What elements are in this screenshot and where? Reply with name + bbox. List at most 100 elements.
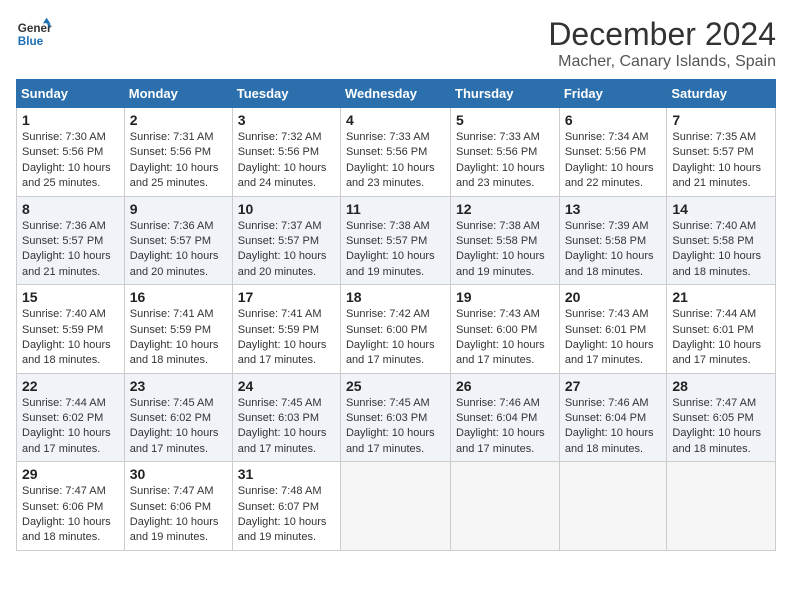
calendar-week-row: 15 Sunrise: 7:40 AMSunset: 5:59 PMDaylig… (17, 285, 776, 374)
day-number: 19 (456, 289, 554, 305)
day-number: 6 (565, 112, 662, 128)
day-number: 8 (22, 201, 119, 217)
day-number: 27 (565, 378, 662, 394)
month-title: December 2024 (548, 16, 776, 53)
day-number: 9 (130, 201, 227, 217)
calendar-day-cell: 22 Sunrise: 7:44 AMSunset: 6:02 PMDaylig… (17, 373, 125, 462)
calendar-day-cell: 7 Sunrise: 7:35 AMSunset: 5:57 PMDayligh… (667, 108, 776, 197)
day-number: 13 (565, 201, 662, 217)
day-info: Sunrise: 7:38 AMSunset: 5:58 PMDaylight:… (456, 220, 545, 278)
day-info: Sunrise: 7:42 AMSunset: 6:00 PMDaylight:… (346, 308, 435, 366)
day-info: Sunrise: 7:43 AMSunset: 6:01 PMDaylight:… (565, 308, 654, 366)
day-info: Sunrise: 7:47 AMSunset: 6:05 PMDaylight:… (672, 397, 761, 455)
day-info: Sunrise: 7:41 AMSunset: 5:59 PMDaylight:… (130, 308, 219, 366)
day-number: 28 (672, 378, 770, 394)
day-info: Sunrise: 7:34 AMSunset: 5:56 PMDaylight:… (565, 131, 654, 189)
calendar-day-cell: 1 Sunrise: 7:30 AMSunset: 5:56 PMDayligh… (17, 108, 125, 197)
calendar-day-cell: 14 Sunrise: 7:40 AMSunset: 5:58 PMDaylig… (667, 196, 776, 285)
day-info: Sunrise: 7:41 AMSunset: 5:59 PMDaylight:… (238, 308, 327, 366)
calendar-day-cell: 31 Sunrise: 7:48 AMSunset: 6:07 PMDaylig… (232, 462, 340, 551)
day-number: 12 (456, 201, 554, 217)
day-info: Sunrise: 7:45 AMSunset: 6:03 PMDaylight:… (238, 397, 327, 455)
calendar-day-cell: 19 Sunrise: 7:43 AMSunset: 6:00 PMDaylig… (451, 285, 560, 374)
day-info: Sunrise: 7:36 AMSunset: 5:57 PMDaylight:… (130, 220, 219, 278)
day-info: Sunrise: 7:46 AMSunset: 6:04 PMDaylight:… (565, 397, 654, 455)
day-number: 5 (456, 112, 554, 128)
calendar-body: 1 Sunrise: 7:30 AMSunset: 5:56 PMDayligh… (17, 108, 776, 551)
calendar-day-cell: 27 Sunrise: 7:46 AMSunset: 6:04 PMDaylig… (559, 373, 667, 462)
day-info: Sunrise: 7:44 AMSunset: 6:01 PMDaylight:… (672, 308, 761, 366)
day-number: 26 (456, 378, 554, 394)
header-wednesday: Wednesday (340, 80, 450, 108)
day-number: 21 (672, 289, 770, 305)
day-number: 3 (238, 112, 335, 128)
calendar-day-cell: 4 Sunrise: 7:33 AMSunset: 5:56 PMDayligh… (340, 108, 450, 197)
day-info: Sunrise: 7:40 AMSunset: 5:58 PMDaylight:… (672, 220, 761, 278)
calendar-day-cell (451, 462, 560, 551)
calendar-day-cell: 6 Sunrise: 7:34 AMSunset: 5:56 PMDayligh… (559, 108, 667, 197)
calendar-day-cell: 10 Sunrise: 7:37 AMSunset: 5:57 PMDaylig… (232, 196, 340, 285)
header-monday: Monday (124, 80, 232, 108)
day-number: 16 (130, 289, 227, 305)
day-info: Sunrise: 7:32 AMSunset: 5:56 PMDaylight:… (238, 131, 327, 189)
calendar-day-cell: 29 Sunrise: 7:47 AMSunset: 6:06 PMDaylig… (17, 462, 125, 551)
day-info: Sunrise: 7:37 AMSunset: 5:57 PMDaylight:… (238, 220, 327, 278)
day-number: 7 (672, 112, 770, 128)
calendar-week-row: 22 Sunrise: 7:44 AMSunset: 6:02 PMDaylig… (17, 373, 776, 462)
calendar-day-cell: 5 Sunrise: 7:33 AMSunset: 5:56 PMDayligh… (451, 108, 560, 197)
day-info: Sunrise: 7:46 AMSunset: 6:04 PMDaylight:… (456, 397, 545, 455)
calendar-day-cell: 25 Sunrise: 7:45 AMSunset: 6:03 PMDaylig… (340, 373, 450, 462)
calendar-week-row: 8 Sunrise: 7:36 AMSunset: 5:57 PMDayligh… (17, 196, 776, 285)
day-number: 29 (22, 466, 119, 482)
svg-text:General: General (18, 22, 52, 35)
day-info: Sunrise: 7:47 AMSunset: 6:06 PMDaylight:… (22, 485, 111, 543)
calendar-header-row: Sunday Monday Tuesday Wednesday Thursday… (17, 80, 776, 108)
calendar-week-row: 1 Sunrise: 7:30 AMSunset: 5:56 PMDayligh… (17, 108, 776, 197)
header-saturday: Saturday (667, 80, 776, 108)
title-area: December 2024 Macher, Canary Islands, Sp… (548, 16, 776, 71)
svg-text:Blue: Blue (18, 35, 44, 48)
calendar-day-cell: 9 Sunrise: 7:36 AMSunset: 5:57 PMDayligh… (124, 196, 232, 285)
calendar-day-cell: 15 Sunrise: 7:40 AMSunset: 5:59 PMDaylig… (17, 285, 125, 374)
day-info: Sunrise: 7:31 AMSunset: 5:56 PMDaylight:… (130, 131, 219, 189)
day-info: Sunrise: 7:38 AMSunset: 5:57 PMDaylight:… (346, 220, 435, 278)
day-info: Sunrise: 7:30 AMSunset: 5:56 PMDaylight:… (22, 131, 111, 189)
header-thursday: Thursday (451, 80, 560, 108)
calendar-day-cell: 26 Sunrise: 7:46 AMSunset: 6:04 PMDaylig… (451, 373, 560, 462)
day-number: 24 (238, 378, 335, 394)
calendar-week-row: 29 Sunrise: 7:47 AMSunset: 6:06 PMDaylig… (17, 462, 776, 551)
calendar-day-cell: 16 Sunrise: 7:41 AMSunset: 5:59 PMDaylig… (124, 285, 232, 374)
day-number: 14 (672, 201, 770, 217)
logo: General Blue (16, 16, 52, 52)
calendar-day-cell (559, 462, 667, 551)
calendar-day-cell: 30 Sunrise: 7:47 AMSunset: 6:06 PMDaylig… (124, 462, 232, 551)
day-number: 2 (130, 112, 227, 128)
day-info: Sunrise: 7:36 AMSunset: 5:57 PMDaylight:… (22, 220, 111, 278)
page-header: General Blue December 2024 Macher, Canar… (16, 16, 776, 71)
day-number: 17 (238, 289, 335, 305)
calendar-day-cell: 20 Sunrise: 7:43 AMSunset: 6:01 PMDaylig… (559, 285, 667, 374)
day-info: Sunrise: 7:33 AMSunset: 5:56 PMDaylight:… (346, 131, 435, 189)
calendar-day-cell: 17 Sunrise: 7:41 AMSunset: 5:59 PMDaylig… (232, 285, 340, 374)
day-number: 15 (22, 289, 119, 305)
day-info: Sunrise: 7:45 AMSunset: 6:02 PMDaylight:… (130, 397, 219, 455)
header-tuesday: Tuesday (232, 80, 340, 108)
calendar-day-cell: 28 Sunrise: 7:47 AMSunset: 6:05 PMDaylig… (667, 373, 776, 462)
calendar-day-cell: 21 Sunrise: 7:44 AMSunset: 6:01 PMDaylig… (667, 285, 776, 374)
day-number: 4 (346, 112, 445, 128)
day-number: 23 (130, 378, 227, 394)
calendar-day-cell: 3 Sunrise: 7:32 AMSunset: 5:56 PMDayligh… (232, 108, 340, 197)
logo-icon: General Blue (16, 16, 52, 52)
calendar-day-cell (340, 462, 450, 551)
day-number: 18 (346, 289, 445, 305)
day-number: 1 (22, 112, 119, 128)
header-friday: Friday (559, 80, 667, 108)
day-number: 31 (238, 466, 335, 482)
day-info: Sunrise: 7:45 AMSunset: 6:03 PMDaylight:… (346, 397, 435, 455)
calendar-day-cell: 13 Sunrise: 7:39 AMSunset: 5:58 PMDaylig… (559, 196, 667, 285)
day-number: 22 (22, 378, 119, 394)
calendar-table: Sunday Monday Tuesday Wednesday Thursday… (16, 79, 776, 551)
location-title: Macher, Canary Islands, Spain (548, 53, 776, 71)
day-info: Sunrise: 7:39 AMSunset: 5:58 PMDaylight:… (565, 220, 654, 278)
day-info: Sunrise: 7:48 AMSunset: 6:07 PMDaylight:… (238, 485, 327, 543)
